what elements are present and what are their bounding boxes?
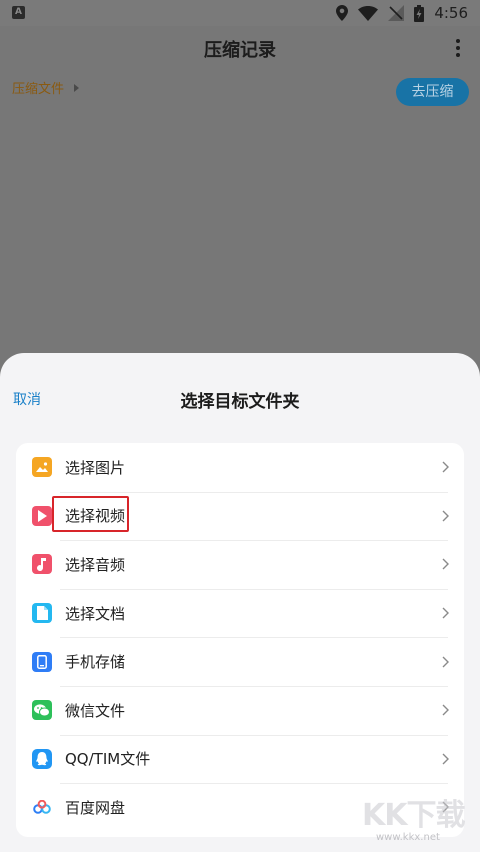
highlight-box: [52, 496, 129, 532]
chevron-right-icon: [442, 607, 449, 619]
list-item-label: 选择文档: [65, 604, 126, 623]
watermark: KK下载 www.kkx.net: [362, 800, 465, 844]
breadcrumb-label: 压缩文件: [12, 82, 65, 97]
list-item-select-document[interactable]: 选择文档: [16, 588, 464, 638]
no-signal-icon: [388, 5, 405, 21]
watermark-logo: KK下载: [362, 798, 465, 833]
status-icons: 4:56: [336, 3, 468, 23]
wechat-icon: [32, 700, 52, 721]
chevron-right-icon: [442, 558, 449, 570]
list-item-label: 选择音频: [65, 555, 126, 574]
music-icon: [32, 554, 52, 575]
document-icon: [32, 603, 52, 624]
app-bar: 压缩记录: [0, 26, 480, 72]
list-item-wechat-files[interactable]: 微信文件: [16, 685, 464, 735]
list-item-phone-storage[interactable]: 手机存储: [16, 637, 464, 686]
list-item-label: 微信文件: [65, 701, 126, 720]
chevron-right-icon: [442, 753, 449, 765]
baidu-netdisk-icon: [32, 797, 52, 818]
chevron-right-icon: [442, 510, 449, 522]
chevron-right-icon: [442, 461, 449, 473]
list-item-label: QQ/TIM文件: [65, 750, 151, 769]
list-item-label: 选择图片: [65, 458, 126, 477]
select-folder-sheet: 选择目标文件夹 取消 选择图片 选择视频 选择音频 选择文档 手机存储 微信文件…: [0, 353, 480, 852]
list-item-select-audio[interactable]: 选择音频: [16, 540, 464, 589]
image-icon: [32, 457, 52, 478]
page-title: 压缩记录: [204, 40, 276, 61]
chevron-right-icon: [442, 656, 449, 668]
breadcrumb[interactable]: 压缩文件: [12, 78, 80, 97]
sheet-title: 选择目标文件夹: [180, 392, 300, 412]
video-icon: [32, 505, 52, 526]
qq-icon: [32, 748, 52, 769]
more-options-icon[interactable]: [454, 39, 462, 61]
app-notification-icon: A: [12, 6, 25, 19]
caret-right-icon: [74, 83, 80, 92]
list-item-select-image[interactable]: 选择图片: [16, 443, 464, 492]
list-item-label: 手机存储: [65, 653, 126, 672]
battery-charging-icon: [414, 4, 425, 22]
wifi-icon: [358, 5, 379, 21]
list-item-qq-tim-files[interactable]: QQ/TIM文件: [16, 734, 464, 784]
phone-icon: [32, 651, 52, 672]
list-item-label: 百度网盘: [65, 798, 126, 817]
status-bar: A 4:56: [0, 0, 480, 26]
go-compress-button[interactable]: 去压缩: [396, 78, 469, 106]
location-icon: [336, 5, 349, 21]
cancel-button[interactable]: 取消: [13, 389, 41, 409]
watermark-url: www.kkx.net: [376, 832, 440, 843]
status-time: 4:56: [434, 4, 468, 22]
chevron-right-icon: [442, 704, 449, 716]
